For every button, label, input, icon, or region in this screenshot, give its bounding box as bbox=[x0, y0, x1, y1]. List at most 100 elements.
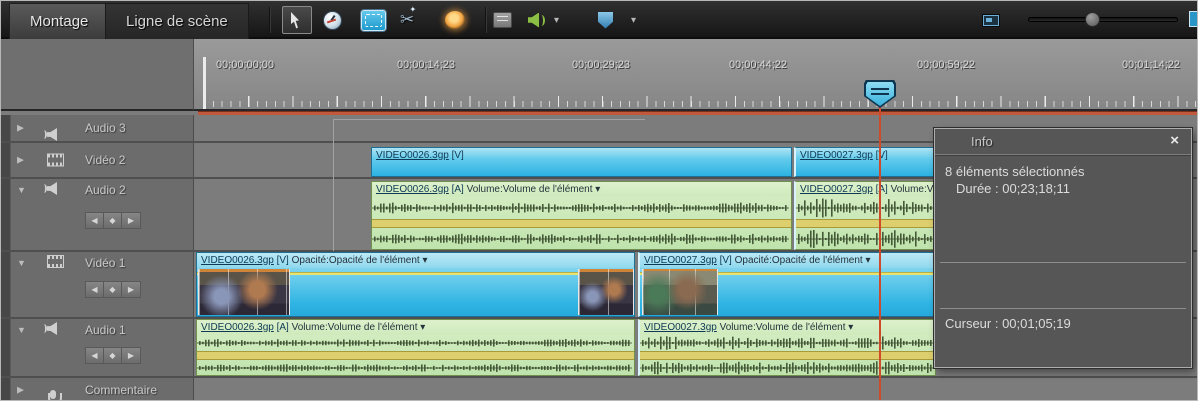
keyframe-add-button[interactable]: ◆ bbox=[104, 348, 122, 363]
volume-rubber-band[interactable] bbox=[197, 350, 634, 360]
clip-effect-dropdown[interactable]: Opacité:Opacité de l'élément bbox=[732, 255, 863, 266]
speaker-green-icon bbox=[528, 13, 545, 28]
playhead-marker-line bbox=[871, 93, 889, 95]
clip-effect-dropdown[interactable]: Volume:Volume de l'élément bbox=[717, 322, 846, 333]
track-label: Audio 2 bbox=[85, 183, 126, 197]
keyframe-prev-button[interactable]: ◀ bbox=[86, 282, 104, 297]
marker-dropdown[interactable]: ▾ bbox=[631, 6, 636, 34]
tab-montage[interactable]: Montage bbox=[9, 3, 110, 39]
keyframe-nav: ◀ ◆ ▶ bbox=[85, 347, 141, 364]
dropdown-caret-icon: ▾ bbox=[862, 255, 871, 266]
orange-glow-icon bbox=[445, 11, 465, 29]
clip[interactable]: VIDEO0026.3gp [V] Opacité:Opacité de l'é… bbox=[196, 252, 635, 317]
track-collapse-toggle[interactable]: ▶ bbox=[17, 385, 24, 396]
close-icon[interactable]: × bbox=[1170, 132, 1179, 149]
keyframe-next-button[interactable]: ▶ bbox=[122, 282, 140, 297]
keyframe-nav: ◀ ◆ ▶ bbox=[85, 212, 141, 229]
audio-waveform bbox=[796, 229, 934, 248]
track-collapse-toggle[interactable]: ▼ bbox=[17, 325, 26, 335]
playhead-line[interactable] bbox=[879, 97, 881, 400]
ruler-timecode: 00;00;29;23 bbox=[571, 59, 631, 71]
clip[interactable]: VIDEO0027.3gp [V] Opacité:Opacité de l'é… bbox=[638, 252, 936, 317]
track-collapse-toggle[interactable]: ▶ bbox=[17, 123, 24, 134]
clip-frame-thumbnail bbox=[198, 269, 290, 315]
smart-trim-tool-button[interactable]: ✂ ✦ bbox=[400, 5, 416, 34]
keyframe-prev-button[interactable]: ◀ bbox=[86, 213, 104, 228]
clip-filename: VIDEO0027.3gp bbox=[800, 184, 873, 195]
work-area-bar[interactable] bbox=[198, 111, 1197, 115]
waveform-channel bbox=[640, 360, 935, 376]
zoom-out-icon bbox=[983, 14, 999, 26]
clip-filename: VIDEO0027.3gp bbox=[644, 255, 717, 266]
clip-channel-tag: [V] bbox=[716, 255, 732, 266]
volume-rubber-band[interactable] bbox=[796, 218, 935, 228]
cursor-arrow-icon bbox=[290, 11, 299, 29]
audio-tools-button[interactable] bbox=[528, 6, 545, 34]
tab-ligne-de-scene[interactable]: Ligne de scène bbox=[105, 3, 249, 39]
snap-toggle-button[interactable] bbox=[361, 6, 386, 34]
film-icon bbox=[47, 255, 64, 268]
clip[interactable]: VIDEO0027.3gp [A] Volume:Volume de l'élé… bbox=[794, 181, 936, 250]
keyframe-next-button[interactable]: ▶ bbox=[122, 213, 140, 228]
clip-effect-dropdown[interactable]: Volume:Volume de l'élément bbox=[888, 184, 935, 195]
timeline-toolbar: Montage Ligne de scène ✂ ✦ ▾ ▾ bbox=[1, 1, 1197, 39]
zoom-out-button[interactable] bbox=[983, 6, 999, 34]
ruler-timecode: 00;01;14;22 bbox=[1121, 59, 1181, 71]
properties-button[interactable] bbox=[493, 6, 512, 34]
clip-filename: VIDEO0026.3gp bbox=[201, 255, 274, 266]
clip-filename: VIDEO0027.3gp bbox=[800, 150, 873, 161]
clock-icon bbox=[323, 10, 342, 30]
ruler-ticks bbox=[204, 101, 1197, 107]
clip-effect-dropdown[interactable]: Volume:Volume de l'élément bbox=[289, 322, 418, 333]
volume-rubber-band[interactable] bbox=[640, 350, 935, 360]
dropdown-caret-icon: ▾ bbox=[845, 322, 854, 333]
snap-icon bbox=[361, 9, 386, 31]
selection-count-text: 8 éléments sélectionnés bbox=[945, 164, 1085, 179]
ruler-timecode: 00;00;14;23 bbox=[396, 59, 456, 71]
keyframe-next-button[interactable]: ▶ bbox=[122, 348, 140, 363]
chevron-down-icon: ▾ bbox=[631, 14, 637, 26]
clip-effect-dropdown[interactable]: Opacité:Opacité de l'élément bbox=[289, 255, 420, 266]
audio-waveform bbox=[197, 363, 632, 372]
panel-divider bbox=[940, 308, 1186, 309]
track-collapse-toggle[interactable]: ▶ bbox=[17, 155, 24, 166]
keyframe-prev-button[interactable]: ◀ bbox=[86, 348, 104, 363]
selection-tool-button[interactable] bbox=[282, 6, 312, 34]
video-editor-timeline: Montage Ligne de scène ✂ ✦ ▾ ▾ 00;00;00;… bbox=[0, 0, 1198, 401]
time-stretch-tool-button[interactable] bbox=[323, 6, 342, 34]
panel-divider bbox=[940, 262, 1186, 263]
track-collapse-toggle[interactable]: ▼ bbox=[17, 258, 26, 268]
clip[interactable]: VIDEO0027.3gp [V] bbox=[794, 147, 936, 177]
cursor-time-text: Curseur : 00;01;05;19 bbox=[945, 316, 1071, 331]
clip[interactable]: VIDEO0027.3gp Volume:Volume de l'élément… bbox=[638, 319, 936, 376]
ruler-timecode: 00;00;59;22 bbox=[916, 59, 976, 71]
toolbar-separator bbox=[269, 7, 271, 33]
track-collapse-toggle[interactable]: ▼ bbox=[17, 185, 26, 195]
chevron-down-icon: ▾ bbox=[554, 14, 560, 26]
track-label: Vidéo 1 bbox=[85, 256, 126, 270]
keyframe-add-button[interactable]: ◆ bbox=[104, 213, 122, 228]
zoom-in-icon[interactable] bbox=[1189, 11, 1197, 27]
video-clip-body bbox=[197, 268, 634, 316]
motion-tracking-tool-button[interactable] bbox=[445, 6, 465, 34]
toolbar-separator bbox=[485, 7, 487, 33]
zoom-slider[interactable] bbox=[1028, 12, 1178, 27]
waveform-channel bbox=[796, 228, 935, 250]
audio-waveform bbox=[197, 339, 632, 347]
zoom-slider-thumb[interactable] bbox=[1085, 12, 1101, 27]
keyframe-add-button[interactable]: ◆ bbox=[104, 282, 122, 297]
clip-filename: VIDEO0026.3gp bbox=[201, 322, 274, 333]
waveform-channel bbox=[796, 197, 935, 219]
video-clip-body bbox=[640, 268, 935, 316]
panel-divider bbox=[935, 154, 1191, 155]
keyframe-nav: ◀ ◆ ▶ bbox=[85, 281, 141, 298]
clip[interactable]: VIDEO0026.3gp [A] Volume:Volume de l'élé… bbox=[196, 319, 635, 376]
ruler-timecode: 00;00;44;22 bbox=[728, 59, 788, 71]
audio-tools-dropdown[interactable]: ▾ bbox=[554, 6, 559, 34]
marker-menu-button[interactable] bbox=[598, 6, 613, 34]
marker-icon bbox=[598, 11, 613, 29]
list-icon bbox=[493, 12, 512, 28]
ruler-timecode: 00;00;00;00 bbox=[215, 59, 275, 71]
time-ruler[interactable]: 00;00;00;00 00;00;14;23 00;00;29;23 00;00;4… bbox=[194, 39, 1197, 111]
waveform-channel bbox=[197, 360, 634, 376]
